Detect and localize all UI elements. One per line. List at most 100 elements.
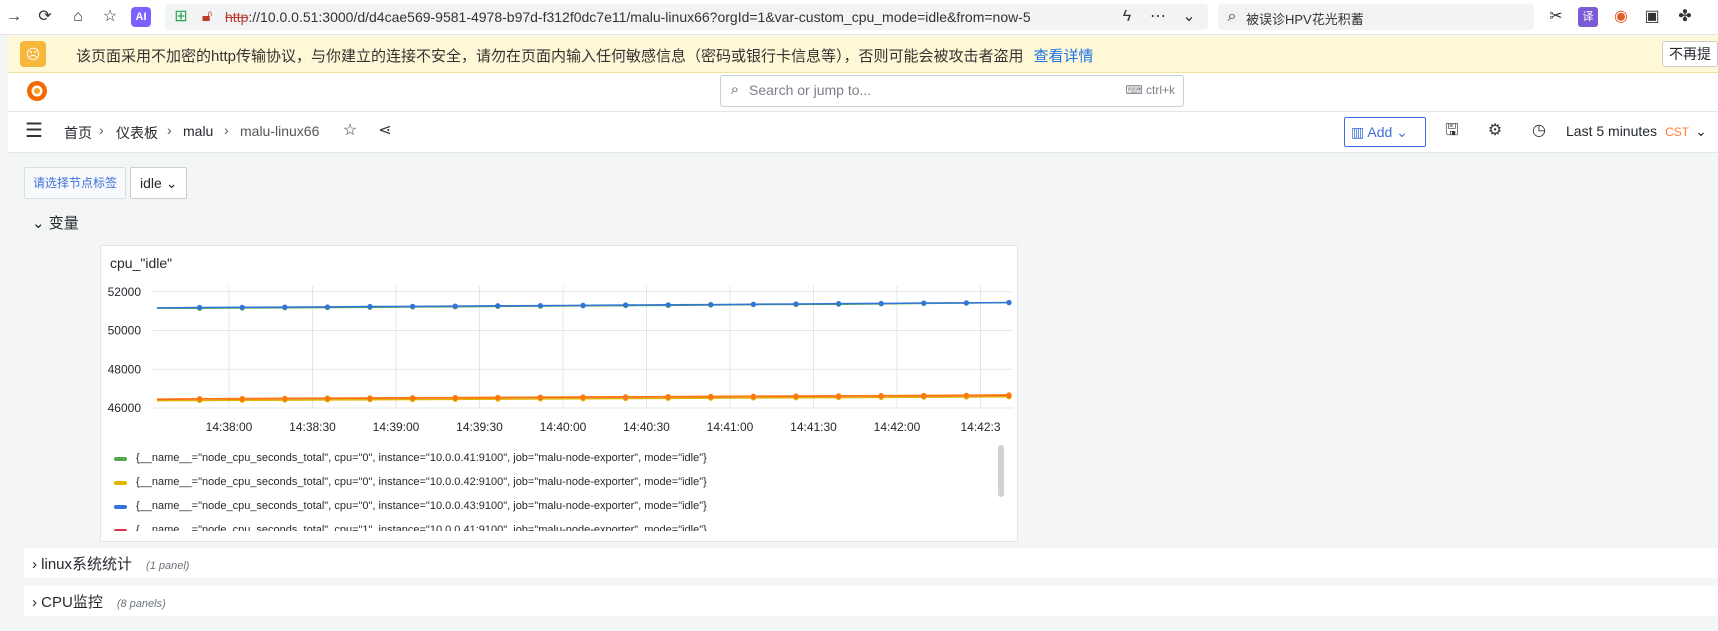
extensions-icon[interactable]: ✤	[1675, 7, 1695, 27]
row-header-variables[interactable]: ⌄ 变量	[32, 212, 79, 233]
data-point	[921, 392, 927, 399]
x-tick-label: 14:42:00	[874, 420, 921, 434]
data-point	[452, 394, 458, 401]
data-point	[495, 394, 501, 400]
clock-icon[interactable]: ◷	[1529, 121, 1549, 141]
favorites-icon[interactable]: ☆	[100, 7, 120, 27]
data-point	[239, 395, 245, 402]
chevron-right-icon: ›	[32, 594, 37, 611]
y-tick-label: 46000	[108, 401, 142, 415]
reload-icon[interactable]: ⟳	[35, 7, 55, 27]
row-header-linux-stats[interactable]: › linux系统统计 (1 panel)	[32, 553, 189, 574]
data-point	[367, 303, 373, 310]
dont-show-again-button[interactable]: 不再提	[1662, 41, 1718, 67]
x-tick-label: 14:39:30	[456, 420, 503, 434]
data-point	[708, 301, 714, 308]
home-icon[interactable]: ⌂	[68, 7, 88, 27]
url-text[interactable]: http://10.0.0.51:3000/d/d4cae569-9581-49…	[225, 9, 1031, 25]
more-icon[interactable]: ⋯	[1148, 7, 1168, 27]
address-bar[interactable]: ⊞ 🔓︎ http://10.0.0.51:3000/d/d4cae569-95…	[165, 4, 1208, 30]
forward-icon[interactable]: →	[4, 7, 24, 27]
data-point	[197, 396, 203, 402]
star-icon[interactable]: ☆	[340, 121, 360, 141]
legend-swatch	[114, 457, 127, 461]
legend-item[interactable]: {__name__="node_cpu_seconds_total", cpu=…	[111, 519, 1001, 531]
data-point	[324, 395, 330, 401]
data-point	[623, 302, 629, 308]
y-tick-label: 52000	[108, 285, 142, 299]
data-point	[537, 394, 543, 400]
share-icon[interactable]: ⋖	[375, 121, 395, 141]
settings-gear-icon[interactable]: ⚙	[1485, 121, 1505, 141]
dashboard-navbar: ☰ 首页 › 仪表板 › malu › malu-linux66 ☆ ⋖ ▥ A…	[8, 112, 1718, 153]
legend-swatch	[114, 529, 127, 531]
translate-icon[interactable]: 译	[1578, 7, 1598, 27]
time-range-picker[interactable]: Last 5 minutes CST ⌄	[1566, 123, 1707, 140]
legend-item[interactable]: {__name__="node_cpu_seconds_total", cpu=…	[111, 495, 1001, 519]
menu-icon[interactable]: ☰	[24, 121, 44, 141]
row-linux-stats[interactable]	[24, 548, 1718, 578]
legend-scrollbar[interactable]	[998, 445, 1004, 497]
data-point	[537, 302, 543, 309]
variable-select[interactable]: idle ⌄	[130, 167, 188, 199]
x-tick-label: 14:41:30	[790, 420, 837, 434]
data-point	[878, 300, 884, 307]
chevron-down-icon: ⌄	[1396, 124, 1408, 140]
legend-label: {__name__="node_cpu_seconds_total", cpu=…	[136, 524, 707, 531]
breadcrumb-current: malu-linux66	[240, 123, 320, 139]
data-point	[878, 393, 884, 399]
camera-icon[interactable]: ▣	[1642, 7, 1662, 27]
row-panel-count: (8 panels)	[116, 598, 166, 610]
legend-swatch	[114, 481, 127, 485]
breadcrumb-folder[interactable]: malu	[183, 123, 213, 139]
lightning-icon[interactable]: ϟ	[1117, 7, 1137, 27]
insecure-lock-icon[interactable]: 🔓︎	[197, 7, 217, 27]
add-button[interactable]: ▥ Add ⌄	[1344, 117, 1426, 147]
data-point	[239, 304, 245, 310]
ai-icon[interactable]: AI	[131, 7, 151, 27]
data-point	[282, 304, 288, 310]
game-icon[interactable]: ◉	[1611, 7, 1631, 27]
extension-plus-icon[interactable]: ⊞	[171, 7, 191, 27]
data-point	[921, 300, 927, 306]
graph-panel[interactable]: cpu_"idle" 52000 50000 48000 46000 14:38:00 1…	[100, 245, 1018, 542]
search-input[interactable]: ⌕ Search or jump to... ⌨ ctrl+k	[720, 75, 1184, 107]
data-point	[1006, 299, 1012, 306]
view-details-link[interactable]: 查看详情	[1034, 48, 1094, 65]
row-panel-count: (1 panel)	[146, 560, 190, 572]
x-tick-label: 14:42:3	[960, 420, 1000, 434]
data-point	[963, 300, 970, 306]
x-tick-label: 14:40:00	[540, 420, 587, 434]
row-cpu-monitor[interactable]	[24, 586, 1718, 616]
chart-legend: {__name__="node_cpu_seconds_total", cpu=…	[111, 447, 1001, 531]
breadcrumb-separator-icon: ›	[99, 122, 104, 138]
add-label: Add	[1367, 124, 1393, 140]
legend-item[interactable]: {__name__="node_cpu_seconds_total", cpu=…	[111, 471, 1001, 495]
chevron-down-icon: ⌄	[32, 215, 45, 232]
warning-text: 该页面采用不加密的http传输协议，与你建立的连接不安全，请勿在页面内输入任何敏…	[76, 48, 1024, 65]
x-tick-label: 14:39:00	[373, 420, 420, 434]
browser-search[interactable]: ⌕ 被误诊HPV花光积蓄	[1218, 4, 1534, 30]
y-tick-label: 48000	[108, 362, 142, 376]
scissors-icon[interactable]: ✂	[1546, 7, 1566, 27]
breadcrumb-dashboards[interactable]: 仪表板	[116, 123, 158, 143]
timeseries-chart[interactable]: 52000 50000 48000 46000 14:38:00 14:38:30 14:3…	[101, 276, 1017, 451]
search-placeholder: Search or jump to...	[749, 82, 872, 98]
data-point	[410, 395, 416, 401]
grafana-logo-icon[interactable]	[25, 79, 49, 103]
legend-item[interactable]: {__name__="node_cpu_seconds_total", cpu=…	[111, 447, 1001, 471]
data-point	[750, 393, 757, 399]
panel-title: cpu_"idle"	[110, 255, 173, 271]
data-point	[836, 301, 842, 307]
data-point	[324, 304, 330, 310]
legend-swatch	[114, 505, 127, 509]
row-header-cpu-monitor[interactable]: › CPU监控 (8 panels)	[32, 591, 166, 612]
breadcrumb-home[interactable]: 首页	[64, 123, 92, 143]
search-text[interactable]: 被误诊HPV花光积蓄	[1246, 9, 1364, 28]
search-icon: ⌕	[1227, 8, 1237, 25]
save-icon[interactable]: 🖫︎	[1442, 121, 1462, 141]
insecure-warning-bar: ☹ 该页面采用不加密的http传输协议，与你建立的连接不安全，请勿在页面内输入任…	[8, 36, 1718, 73]
data-point	[665, 394, 671, 400]
chevron-down-icon[interactable]: ⌄	[1179, 7, 1199, 27]
legend-label: {__name__="node_cpu_seconds_total", cpu=…	[136, 452, 707, 464]
